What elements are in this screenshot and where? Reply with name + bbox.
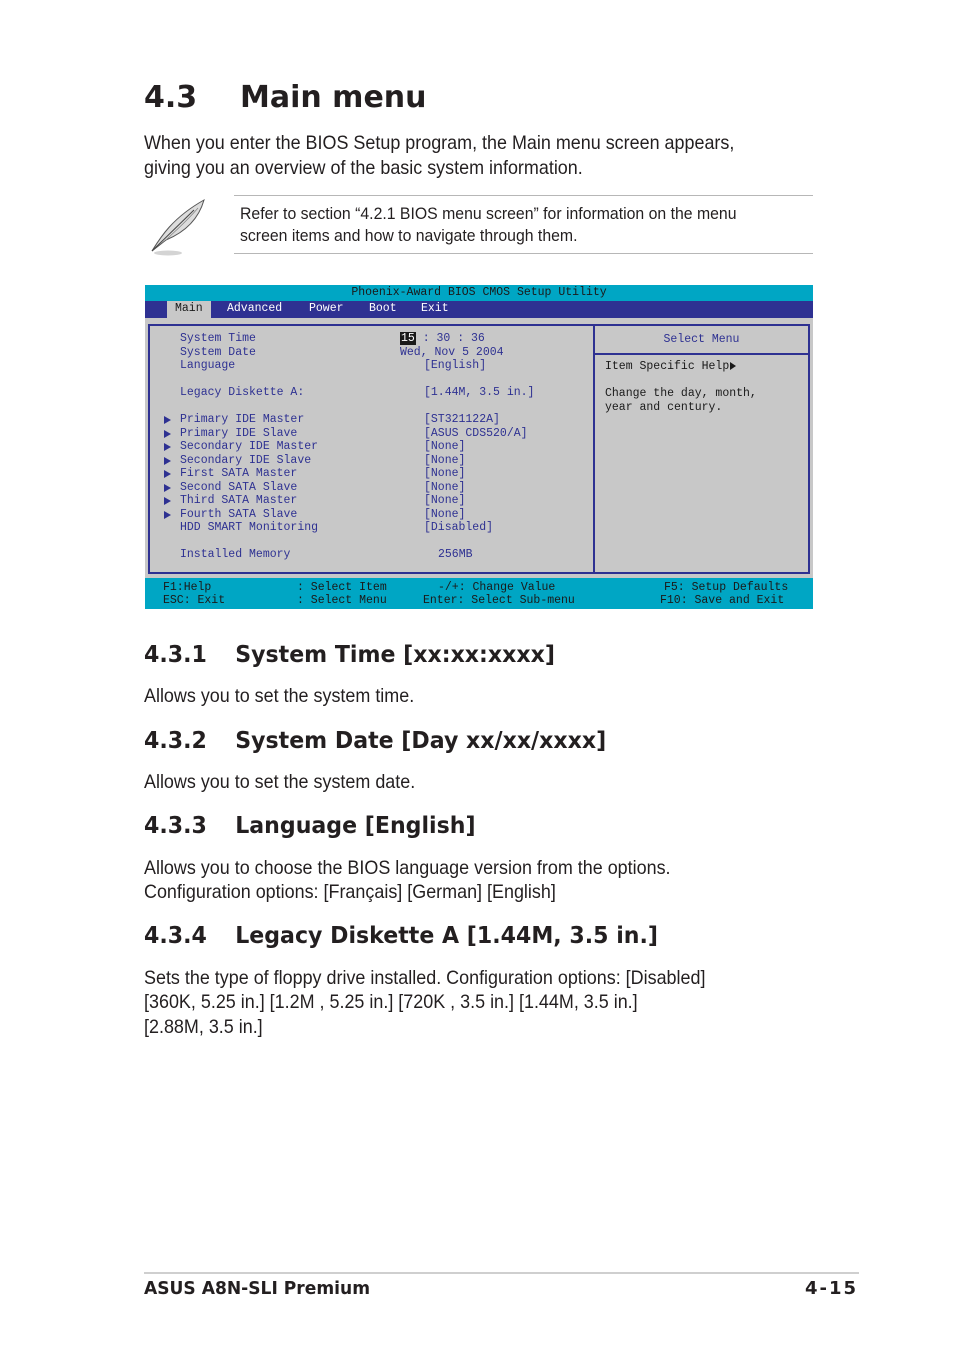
footer-rule — [144, 1272, 859, 1274]
note-text: Refer to section “4.2.1 BIOS menu screen… — [240, 203, 737, 247]
setting-label: Fourth SATA Slave — [180, 507, 298, 521]
setting-label: Primary IDE Master — [180, 413, 305, 426]
subsection-text: Allows you to choose the BIOS language v… — [144, 857, 671, 879]
footer-page-number: 4-15 — [804, 1278, 858, 1299]
subsection-text: Allows you to set the system date. — [144, 771, 416, 793]
submenu-arrow-icon — [164, 483, 171, 492]
tab-main[interactable]: Main — [167, 301, 211, 318]
submenu-arrow-icon — [164, 510, 171, 519]
setting-value: [None] — [424, 453, 466, 467]
key-select-item: : Select Item — [297, 581, 387, 594]
setting-value: [Disabled] — [424, 521, 494, 534]
key-change-value: -/+: Change Value — [438, 581, 556, 594]
item-help-label: Item Specific Help — [605, 360, 730, 373]
setting-value: [ASUS CDS520/A] — [424, 426, 528, 440]
subsection-text: Configuration options: [Français] [Germa… — [144, 881, 556, 903]
setting-label: HDD SMART Monitoring — [180, 521, 319, 534]
setting-label: Installed Memory — [180, 548, 291, 561]
note-line-2: screen items and how to navigate through… — [240, 226, 578, 245]
intro-line-2: giving you an overview of the basic syst… — [144, 157, 583, 179]
setting-label: Legacy Diskette A: — [180, 386, 305, 399]
setting-value: Wed, Nov 5 2004 — [400, 345, 504, 359]
note-line-1: Refer to section “4.2.1 BIOS menu screen… — [240, 204, 737, 223]
setting-value: [None] — [424, 467, 466, 480]
bios-key-legend: F1:Help ESC: Exit : Select Item : Select… — [145, 578, 813, 609]
setting-label: Third SATA Master — [180, 494, 298, 507]
subsection-title: Language [English] — [235, 813, 476, 839]
time-rest: : 30 : 36 — [415, 332, 485, 345]
setting-value: 256MB — [438, 548, 473, 561]
setting-value: [ST321122A] — [424, 413, 500, 426]
subsection-number: 4.3.1 — [144, 642, 207, 668]
setting-value: [None] — [424, 507, 466, 521]
subsection-heading-4-3-3: 4.3.3 Language [English] — [144, 813, 476, 839]
section-title: Main menu — [240, 80, 427, 115]
bios-title-bar: Phoenix-Award BIOS CMOS Setup Utility — [145, 285, 813, 301]
submenu-arrow-icon — [164, 443, 171, 451]
setting-label: Primary IDE Slave — [180, 426, 298, 440]
right-arrow-icon — [730, 361, 737, 370]
key-f10-save-exit: F10: Save and Exit — [660, 594, 785, 607]
item-specific-help: Item Specific Help — [605, 360, 737, 374]
quill-pen-icon — [146, 196, 210, 258]
subsection-text: Sets the type of floppy drive installed.… — [144, 967, 706, 989]
key-esc-exit: ESC: Exit — [163, 594, 226, 607]
subsection-text: Allows you to set the system time. — [144, 685, 415, 707]
help-header: Select Menu — [595, 326, 808, 355]
setting-value: [None] — [424, 494, 466, 507]
setting-label: First SATA Master — [180, 467, 298, 480]
setting-value: [1.44M, 3.5 in.] — [424, 386, 535, 399]
subsection-title: System Date [Day xx/xx/xxxx] — [235, 728, 607, 754]
setting-value: [None] — [424, 480, 466, 494]
setting-label: Language — [180, 359, 236, 372]
subsection-title: System Time [xx:xx:xxxx] — [235, 642, 555, 668]
submenu-arrow-icon — [164, 429, 171, 438]
subsection-number: 4.3.2 — [144, 728, 207, 754]
subsection-number: 4.3.3 — [144, 813, 207, 839]
intro-line-1: When you enter the BIOS Setup program, t… — [144, 132, 735, 154]
key-f5-defaults: F5: Setup Defaults — [664, 581, 789, 594]
submenu-arrow-icon — [164, 416, 171, 424]
bios-settings-panel: System Time 15 : 30 : 36 System Date Wed… — [148, 324, 594, 574]
key-f1-help: F1:Help — [163, 581, 212, 594]
tab-advanced[interactable]: Advanced — [219, 301, 290, 318]
tab-boot[interactable]: Boot — [361, 301, 405, 318]
setting-label: Secondary IDE Master — [180, 440, 319, 453]
setting-value: [None] — [424, 440, 466, 453]
setting-value: 15 : 30 : 36 — [400, 332, 485, 346]
bios-menu-bar: Main Advanced Power Boot Exit — [145, 301, 813, 318]
subsection-text: [2.88M, 3.5 in.] — [144, 1016, 263, 1038]
subsection-heading-4-3-4: 4.3.4 Legacy Diskette A [1.44M, 3.5 in.] — [144, 923, 658, 949]
subsection-number: 4.3.4 — [144, 923, 207, 949]
setting-label: Secondary IDE Slave — [180, 453, 312, 467]
bios-screen: Phoenix-Award BIOS CMOS Setup Utility Ma… — [145, 285, 813, 609]
submenu-arrow-icon — [164, 456, 171, 465]
bios-help-panel: Select Menu Item Specific Help Change th… — [593, 324, 810, 574]
subsection-text: [360K, 5.25 in.] [1.2M , 5.25 in.] [720K… — [144, 991, 638, 1013]
key-select-menu: : Select Menu — [297, 594, 387, 607]
setting-value: [English] — [424, 359, 487, 372]
subsection-title: Legacy Diskette A [1.44M, 3.5 in.] — [235, 923, 658, 949]
note-bottom-rule — [234, 253, 813, 254]
time-hour-field[interactable]: 15 — [400, 332, 416, 345]
section-heading: 4.3 Main menu — [144, 80, 427, 115]
section-number: 4.3 — [144, 80, 198, 115]
tab-power[interactable]: Power — [301, 301, 352, 318]
tab-exit[interactable]: Exit — [413, 301, 457, 318]
subsection-heading-4-3-2: 4.3.2 System Date [Day xx/xx/xxxx] — [144, 728, 606, 754]
help-text-line-1: Change the day, month, — [605, 387, 757, 400]
setting-label: Second SATA Slave — [180, 480, 298, 494]
submenu-arrow-icon — [164, 497, 171, 505]
footer-product: ASUS A8N-SLI Premium — [144, 1278, 371, 1299]
key-enter-submenu: Enter: Select Sub-menu — [423, 594, 575, 607]
subsection-heading-4-3-1: 4.3.1 System Time [xx:xx:xxxx] — [144, 642, 555, 668]
setting-label: System Time — [180, 332, 256, 345]
help-text-line-2: year and century. — [605, 400, 723, 414]
note-top-rule — [234, 195, 813, 196]
submenu-arrow-icon — [164, 470, 171, 478]
setting-label: System Date — [180, 345, 256, 359]
